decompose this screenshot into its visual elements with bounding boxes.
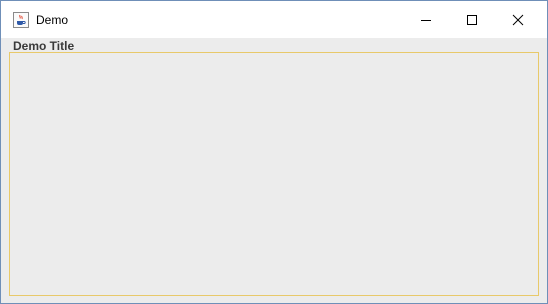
java-cup-icon[interactable] bbox=[13, 12, 29, 28]
panel-title: Demo Title bbox=[13, 39, 75, 53]
close-button[interactable] bbox=[495, 1, 541, 38]
close-icon bbox=[512, 14, 524, 26]
minimize-icon bbox=[421, 20, 431, 21]
app-window: Demo Demo Title bbox=[0, 0, 548, 304]
maximize-icon bbox=[467, 15, 477, 25]
content-area: Demo Title bbox=[1, 38, 547, 303]
title-bar[interactable]: Demo bbox=[1, 1, 547, 38]
minimize-button[interactable] bbox=[403, 1, 449, 38]
maximize-button[interactable] bbox=[449, 1, 495, 38]
window-title: Demo bbox=[36, 13, 69, 27]
titled-panel bbox=[9, 52, 539, 296]
